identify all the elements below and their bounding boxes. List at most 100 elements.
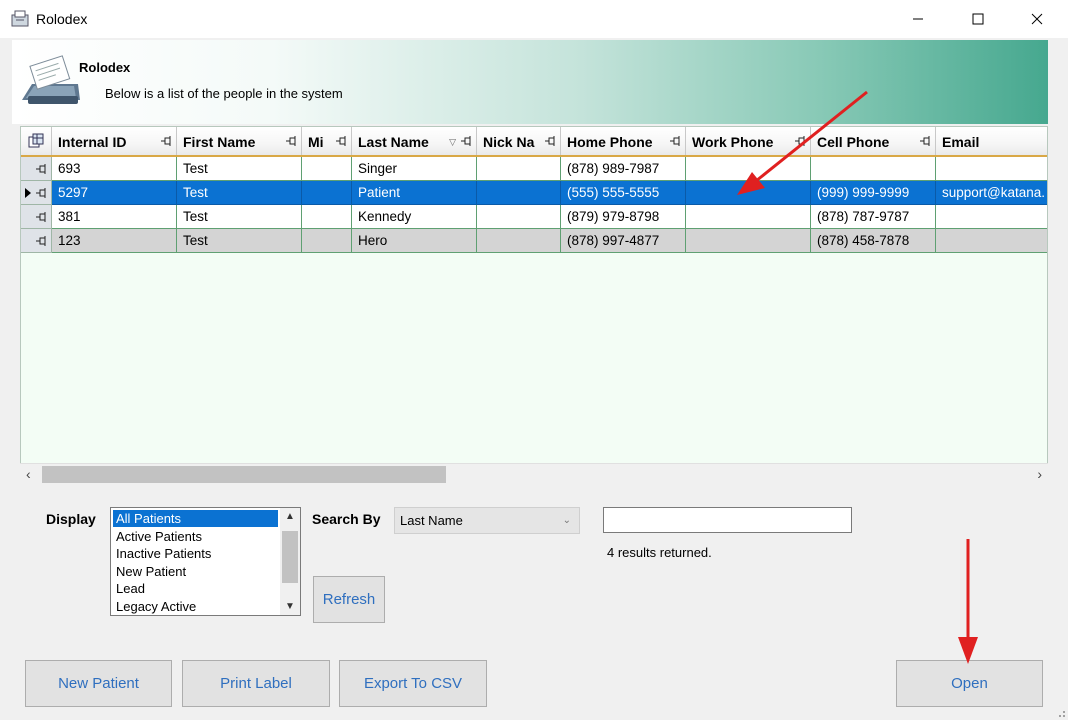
cell-nick-name[interactable] [477,205,561,229]
pin-icon[interactable] [919,136,931,146]
cell-cell-phone[interactable]: (999) 999-9999 [811,181,936,205]
cell-nick-name[interactable] [477,181,561,205]
display-option[interactable]: Active Patients [113,528,278,545]
cell-work-phone[interactable] [686,157,811,181]
column-header-internal-id[interactable]: Internal ID [52,127,177,155]
results-count: 4 results returned. [607,545,712,560]
window-title: Rolodex [36,11,88,27]
cell-nick-name[interactable] [477,157,561,181]
column-header-home-phone[interactable]: Home Phone [561,127,686,155]
row-selector[interactable] [21,229,52,253]
cell-mi[interactable] [302,205,352,229]
display-option[interactable]: Inactive Patients [113,545,278,562]
column-header-last-name[interactable]: Last Name ▽ [352,127,477,155]
cell-home-phone[interactable]: (555) 555-5555 [561,181,686,205]
column-header-email[interactable]: Email [936,127,1047,155]
search-by-dropdown[interactable]: Last Name ⌄ [394,507,580,534]
scroll-left-icon[interactable]: ‹ [26,466,31,482]
pin-icon[interactable] [35,212,47,222]
pin-icon[interactable] [285,136,297,146]
cell-first-name[interactable]: Test [177,205,302,229]
pin-icon[interactable] [35,164,47,174]
column-header-cell-phone[interactable]: Cell Phone [811,127,936,155]
table-row[interactable]: 693 Test Singer (878) 989-7987 [21,157,1047,181]
scroll-right-icon[interactable]: › [1037,466,1042,482]
pin-icon[interactable] [669,136,681,146]
cell-email[interactable] [936,205,1047,229]
resize-grip-icon[interactable] [1054,706,1066,718]
cell-first-name[interactable]: Test [177,157,302,181]
column-chooser-button[interactable] [21,127,52,155]
row-selector[interactable] [21,205,52,229]
cell-cell-phone[interactable]: (878) 787-9787 [811,205,936,229]
pin-icon[interactable] [544,136,556,146]
table-row[interactable]: 381 Test Kennedy (879) 979-8798 (878) 78… [21,205,1047,229]
new-patient-button[interactable]: New Patient [25,660,172,707]
scroll-up-icon[interactable]: ▲ [285,511,295,522]
listbox-scrollbar[interactable]: ▲ ▼ [280,508,300,615]
cell-mi[interactable] [302,181,352,205]
cell-last-name[interactable]: Singer [352,157,477,181]
cell-mi[interactable] [302,157,352,181]
scroll-thumb[interactable] [282,531,298,583]
cell-last-name[interactable]: Hero [352,229,477,253]
display-option[interactable]: New Patient [113,563,278,580]
column-header-nick-name[interactable]: Nick Na [477,127,561,155]
column-header-mi[interactable]: Mi [302,127,352,155]
cell-work-phone[interactable] [686,205,811,229]
scroll-down-icon[interactable]: ▼ [285,601,295,612]
horizontal-scrollbar[interactable]: ‹ › [20,463,1048,484]
cell-internal-id[interactable]: 5297 [52,181,177,205]
cell-cell-phone[interactable] [811,157,936,181]
row-selector[interactable] [21,181,52,205]
scroll-thumb[interactable] [42,466,446,483]
minimize-button[interactable] [895,0,941,38]
display-option[interactable]: Legacy Active [113,598,278,615]
cell-first-name[interactable]: Test [177,229,302,253]
column-header-work-phone[interactable]: Work Phone [686,127,811,155]
minimize-icon [913,18,923,20]
column-header-first-name[interactable]: First Name [177,127,302,155]
cell-work-phone[interactable] [686,181,811,205]
display-option[interactable]: Lead [113,580,278,597]
cell-cell-phone[interactable]: (878) 458-7878 [811,229,936,253]
display-option[interactable]: All Patients [113,510,278,527]
table-row[interactable]: 123 Test Hero (878) 997-4877 (878) 458-7… [21,229,1047,253]
sort-descending-icon: ▽ [449,137,456,147]
cell-home-phone[interactable]: (878) 989-7987 [561,157,686,181]
cell-work-phone[interactable] [686,229,811,253]
display-listbox[interactable]: All Patients Active Patients Inactive Pa… [110,507,301,616]
cell-internal-id[interactable]: 381 [52,205,177,229]
print-label-button[interactable]: Print Label [182,660,330,707]
grid-header: Internal ID First Name Mi Last Name ▽ Nic… [21,127,1047,157]
cell-last-name[interactable]: Patient [352,181,477,205]
cell-email[interactable]: support@katana. [936,181,1047,205]
pin-icon[interactable] [35,188,47,198]
maximize-button[interactable] [955,0,1001,38]
export-csv-button[interactable]: Export To CSV [339,660,487,707]
cell-internal-id[interactable]: 693 [52,157,177,181]
search-input[interactable] [603,507,852,533]
table-row-selected[interactable]: 5297 Test Patient (555) 555-5555 (999) 9… [21,181,1047,205]
pin-icon[interactable] [794,136,806,146]
patient-grid[interactable]: Internal ID First Name Mi Last Name ▽ Nic… [20,126,1048,484]
cell-email[interactable] [936,157,1047,181]
cell-home-phone[interactable]: (879) 979-8798 [561,205,686,229]
pin-icon[interactable] [460,136,472,146]
close-button[interactable] [1014,0,1060,38]
cell-first-name[interactable]: Test [177,181,302,205]
cell-last-name[interactable]: Kennedy [352,205,477,229]
cell-email[interactable] [936,229,1047,253]
pin-icon[interactable] [335,136,347,146]
cell-nick-name[interactable] [477,229,561,253]
header-banner: Rolodex Below is a list of the people in… [12,40,1048,124]
pin-icon[interactable] [35,236,47,246]
cell-mi[interactable] [302,229,352,253]
pin-icon[interactable] [160,136,172,146]
row-selector[interactable] [21,157,52,181]
refresh-button[interactable]: Refresh [313,576,385,623]
cell-home-phone[interactable]: (878) 997-4877 [561,229,686,253]
cell-internal-id[interactable]: 123 [52,229,177,253]
maximize-icon [972,13,984,25]
open-button[interactable]: Open [896,660,1043,707]
